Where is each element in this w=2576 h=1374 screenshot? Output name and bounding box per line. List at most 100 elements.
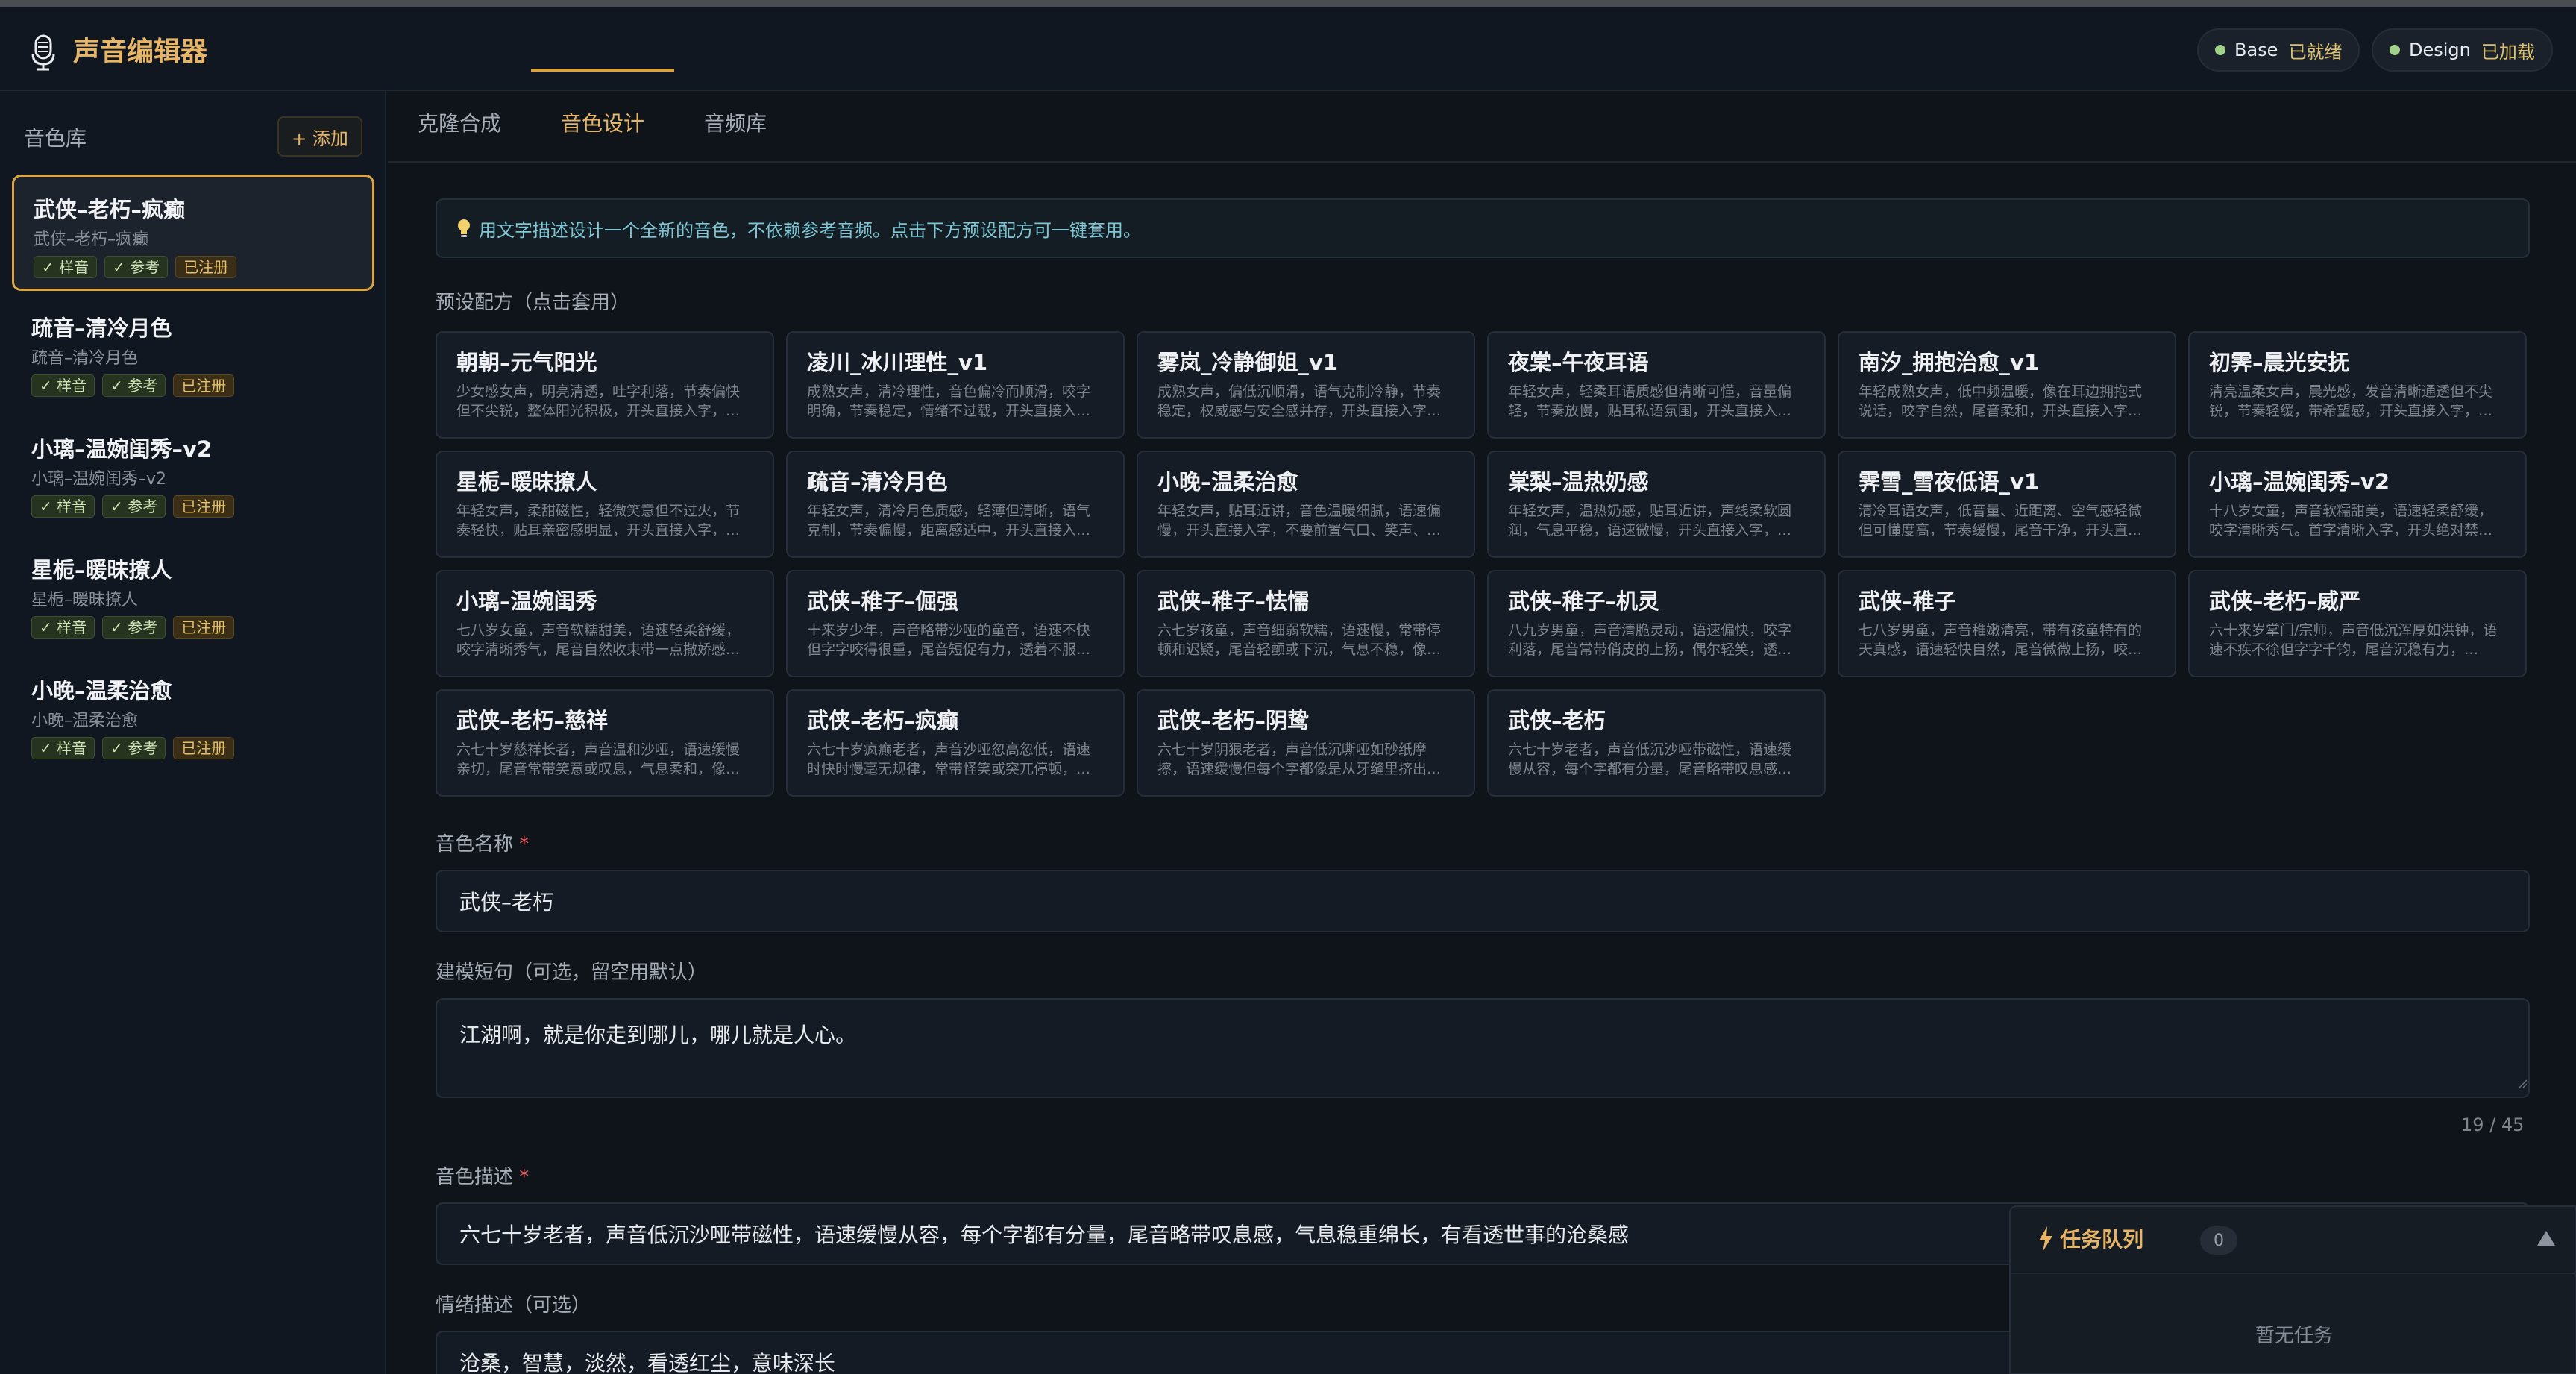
voice-item[interactable]: 小璃–温婉闺秀–v2 小璃–温婉闺秀–v2 ✓ 样音 ✓ 参考 已注册 — [12, 416, 374, 533]
preset-name: 武侠–稚子–怯懦 — [1157, 589, 1310, 614]
sample-badge: ✓ 样音 — [31, 737, 95, 759]
modeling-sentence-textarea[interactable]: 江湖啊，就是你走到哪儿，哪儿就是人心。 — [436, 998, 2530, 1098]
preset-card[interactable]: 初霁–晨光安抚 清亮温柔女声，晨光感，发音清晰通透但不尖锐，节奏轻缓，带希望感，开… — [2188, 331, 2527, 439]
preset-description: 十来岁少年，声音略带沙哑的童音，语速不快但字字咬得很重，尾音短促有力，透着不服… — [807, 622, 1091, 658]
preset-name: 凌川_冰川理性_v1 — [807, 350, 988, 375]
reference-badge: ✓ 参考 — [104, 256, 169, 278]
window-top-strip — [0, 0, 2576, 7]
preset-card[interactable]: 霁雪_雪夜低语_v1 清冷耳语女声，低音量、近距离、空气感轻微但可懂度高，节奏缓慢… — [1838, 451, 2176, 558]
status-dot-icon — [2390, 45, 2400, 55]
info-banner: 用文字描述设计一个全新的音色，不依赖参考音频。点击下方预设配方可一键套用。 — [436, 198, 2530, 258]
preset-card[interactable]: 南汐_拥抱治愈_v1 年轻成熟女声，低中频温暖，像在耳边拥抱式说话，咬字自然，尾音… — [1838, 331, 2176, 439]
modeling-sentence-label: 建模短句（可选，留空用默认） — [436, 962, 708, 984]
sample-badge: ✓ 样音 — [31, 616, 95, 639]
registered-badge: 已注册 — [173, 616, 235, 639]
preset-card[interactable]: 星栀–暖昧撩人年轻女声，柔甜磁性，轻微笑意但不过火，节奏轻快，贴耳亲密感明显，开… — [436, 451, 774, 558]
preset-card[interactable]: 疏音–清冷月色 年轻女声，清冷月色质感，轻薄但清晰，语气克制，节奏偏慢，距离感适中… — [786, 451, 1125, 558]
voice-description-label-text: 音色描述 — [436, 1166, 514, 1188]
lightbulb-icon — [458, 219, 470, 237]
preset-description: 六十来岁掌门/宗师，声音低沉浑厚如洪钟，语速不疾不徐但字字千钧，尾音沉稳有力，… — [2209, 622, 2498, 658]
reference-badge: ✓ 参考 — [102, 495, 166, 518]
preset-card[interactable]: 雾岚_冷静御姐_v1 成熟女声，偏低沉顺滑，语气克制冷静，节奏稳定，权威感与安全感… — [1137, 331, 1475, 439]
preset-name: 小璃–温婉闺秀 — [456, 589, 597, 614]
preset-name: 武侠–稚子–机灵 — [1508, 589, 1660, 614]
chevron-up-icon[interactable] — [2536, 1229, 2557, 1247]
preset-description: 成熟女声，偏低沉顺滑，语气克制冷静，节奏稳定，权威感与安全感并存，开头直接入字… — [1157, 383, 1442, 419]
voice-item[interactable]: 武侠–老朽–疯癫 武侠–老朽–疯癫 ✓ 样音 ✓ 参考 已注册 — [12, 175, 374, 291]
preset-name: 武侠–老朽 — [1508, 708, 1606, 733]
reference-badge: ✓ 参考 — [102, 737, 166, 759]
preset-name: 武侠–稚子 — [1859, 589, 1956, 614]
status-state: 已加载 — [2481, 41, 2535, 63]
preset-description: 六七岁孩童，声音细弱软糯，语速慢，常带停顿和迟疑，尾音轻颤或下沉，气息不稳，像… — [1157, 622, 1442, 658]
voice-item[interactable]: 疏音–清冷月色 疏音–清冷月色 ✓ 样音 ✓ 参考 已注册 — [12, 295, 374, 412]
voice-item-subtitle: 疏音–清冷月色 — [31, 349, 139, 368]
lightning-icon — [2039, 1226, 2052, 1252]
presets-label: 预设配方（点击套用） — [436, 292, 630, 314]
preset-card[interactable]: 凌川_冰川理性_v1 成熟女声，清冷理性，音色偏冷而顺滑，咬字明确，节奏稳定，情绪… — [786, 331, 1125, 439]
task-queue-header[interactable]: 任务队列 0 — [2011, 1207, 2576, 1274]
preset-card[interactable]: 朝朝–元气阳光 少女感女声，明亮清透，吐字利落，节奏偏快但不尖锐，整体阳光积极，开… — [436, 331, 774, 439]
voice-item-name: 小晚–温柔治愈 — [31, 678, 172, 703]
preset-name: 武侠–稚子–倔强 — [807, 589, 959, 614]
preset-card[interactable]: 武侠–稚子 七八岁男童，声音稚嫩清亮，带有孩童特有的天真感，语速轻快自然，尾音微微… — [1838, 570, 2176, 677]
preset-card[interactable]: 武侠–稚子–机灵 八九岁男童，声音清脆灵动，语速偏快，咬字利落，尾音常带俏皮的上扬… — [1487, 570, 1826, 677]
preset-description: 清亮温柔女声，晨光感，发音清晰通透但不尖锐，节奏轻缓，带希望感，开头直接入字，… — [2209, 383, 2493, 419]
sample-badge: ✓ 样音 — [31, 374, 95, 397]
voice-name-input[interactable]: 武侠–老朽 — [436, 870, 2530, 932]
preset-card[interactable]: 武侠–老朽–阴鸷 六七十岁阴狠老者，声音低沉嘶哑如砂纸摩擦，语速缓慢但每个字都像是… — [1137, 689, 1475, 797]
sample-badge: ✓ 样音 — [34, 256, 98, 278]
status-pill-base: Base 已就绪 — [2197, 28, 2360, 72]
status-name: Base — [2234, 40, 2278, 60]
preset-description: 年轻女声，清冷月色质感，轻薄但清晰，语气克制，节奏偏慢，距离感适中，开头直接入… — [807, 503, 1091, 539]
tab-audio-library[interactable]: 音频库 — [704, 109, 767, 139]
voice-item-name: 小璃–温婉闺秀–v2 — [31, 436, 213, 462]
preset-name: 小璃–温婉闺秀–v2 — [2209, 469, 2390, 495]
preset-card[interactable]: 武侠–老朽–疯癫 六七十岁疯癫老者，声音沙哑忽高忽低，语速时快时慢毫无规律，常带怪… — [786, 689, 1125, 797]
preset-card[interactable]: 小璃–温婉闺秀七八岁女童，声音软糯甜美，语速轻柔舒缓，咬字清晰秀气，尾音自然收束… — [436, 570, 774, 677]
preset-card[interactable]: 小晚–温柔治愈 年轻女声，贴耳近讲，音色温暖细腻，语速偏慢，开头直接入字，不要前置… — [1137, 451, 1475, 558]
microphone-icon — [31, 34, 55, 71]
preset-card[interactable]: 武侠–稚子–怯懦六七岁孩童，声音细弱软糯，语速慢，常带停顿和迟疑，尾音轻颤或下沉… — [1137, 570, 1475, 677]
status-name: Design — [2409, 40, 2471, 60]
resize-handle-icon[interactable] — [2518, 1079, 2527, 1088]
character-counter: 19 / 45 — [2461, 1114, 2525, 1135]
preset-description: 七八岁女童，声音软糯甜美，语速轻柔舒缓，咬字清晰秀气，尾音自然收束带一点撒娇感… — [456, 622, 741, 658]
preset-name: 雾岚_冷静御姐_v1 — [1157, 350, 1339, 375]
preset-description: 年轻女声，轻柔耳语质感但清晰可懂，音量偏轻，节奏放慢，贴耳私语氛围，开头直接入… — [1508, 383, 1792, 419]
preset-name: 霁雪_雪夜低语_v1 — [1859, 469, 2040, 495]
preset-name: 星栀–暖昧撩人 — [456, 469, 597, 495]
preset-card[interactable]: 武侠–稚子–倔强十来岁少年，声音略带沙哑的童音，语速不快但字字咬得很重，尾音短促… — [786, 570, 1125, 677]
voice-design-panel: 用文字描述设计一个全新的音色，不依赖参考音频。点击下方预设配方可一键套用。 预设… — [388, 164, 2576, 1374]
voice-item-subtitle: 武侠–老朽–疯癫 — [34, 230, 149, 249]
preset-card[interactable]: 武侠–老朽–威严六十来岁掌门/宗师，声音低沉浑厚如洪钟，语速不疾不徐但字字千钧，… — [2188, 570, 2527, 677]
preset-card[interactable]: 武侠–老朽 六七十岁老者，声音低沉沙哑带磁性，语速缓慢从容，每个字都有分量，尾音略… — [1487, 689, 1826, 797]
active-tab-indicator — [531, 69, 674, 72]
tab-clone-synthesis[interactable]: 克隆合成 — [418, 109, 501, 139]
tab-voice-design[interactable]: 音色设计 — [561, 109, 644, 139]
sample-badge: ✓ 样音 — [31, 495, 95, 518]
preset-name: 武侠–老朽–威严 — [2209, 589, 2361, 614]
preset-name: 武侠–老朽–慈祥 — [456, 708, 609, 733]
preset-description: 成熟女声，清冷理性，音色偏冷而顺滑，咬字明确，节奏稳定，情绪不过载，开头直接入… — [807, 383, 1091, 419]
voice-item[interactable]: 星栀–暖昧撩人 星栀–暖昧撩人 ✓ 样音 ✓ 参考 已注册 — [12, 537, 374, 653]
preset-description: 十八岁女童，声音软糯甜美，语速轻柔舒缓，咬字清晰秀气。首字清晰入字，开头绝对禁… — [2209, 503, 2493, 539]
preset-card[interactable]: 夜棠–午夜耳语 年轻女声，轻柔耳语质感但清晰可懂，音量偏轻，节奏放慢，贴耳私语氛围… — [1487, 331, 1826, 439]
task-queue-empty-text: 暂无任务 — [2255, 1325, 2333, 1347]
required-asterisk: * — [519, 1166, 530, 1188]
voice-item-subtitle: 小璃–温婉闺秀–v2 — [31, 470, 167, 489]
reference-badge: ✓ 参考 — [102, 374, 166, 397]
main-tabs: 克隆合成 音色设计 音频库 — [388, 91, 2576, 163]
preset-description: 年轻成熟女声，低中频温暖，像在耳边拥抱式说话，咬字自然，尾音柔和，开头直接入字… — [1859, 383, 2143, 419]
voice-item[interactable]: 小晚–温柔治愈 小晚–温柔治愈 ✓ 样音 ✓ 参考 已注册 — [12, 658, 374, 774]
add-voice-button[interactable]: + 添加 — [277, 116, 362, 157]
preset-card[interactable]: 棠梨–温热奶感 年轻女声，温热奶感，贴耳近讲，声线柔软圆润，气息平稳，语速微慢，开… — [1487, 451, 1826, 558]
registered-badge: 已注册 — [173, 374, 235, 397]
preset-card[interactable]: 武侠–老朽–慈祥 六七十岁慈祥长者，声音温和沙哑，语速缓慢亲切，尾音常带笑意或叹息… — [436, 689, 774, 797]
app-header: 声音编辑器 Base 已就绪 Design 已加载 — [0, 7, 2576, 91]
voice-item-name: 武侠–老朽–疯癫 — [34, 197, 186, 222]
preset-card[interactable]: 小璃–温婉闺秀–v2 十八岁女童，声音软糯甜美，语速轻柔舒缓，咬字清晰秀气。首字清… — [2188, 451, 2527, 558]
preset-description: 年轻女声，温热奶感，贴耳近讲，声线柔软圆润，气息平稳，语速微慢，开头直接入字，… — [1508, 503, 1792, 539]
preset-name: 朝朝–元气阳光 — [456, 350, 597, 375]
preset-description: 年轻女声，柔甜磁性，轻微笑意但不过火，节奏轻快，贴耳亲密感明显，开头直接入字，… — [456, 503, 741, 539]
